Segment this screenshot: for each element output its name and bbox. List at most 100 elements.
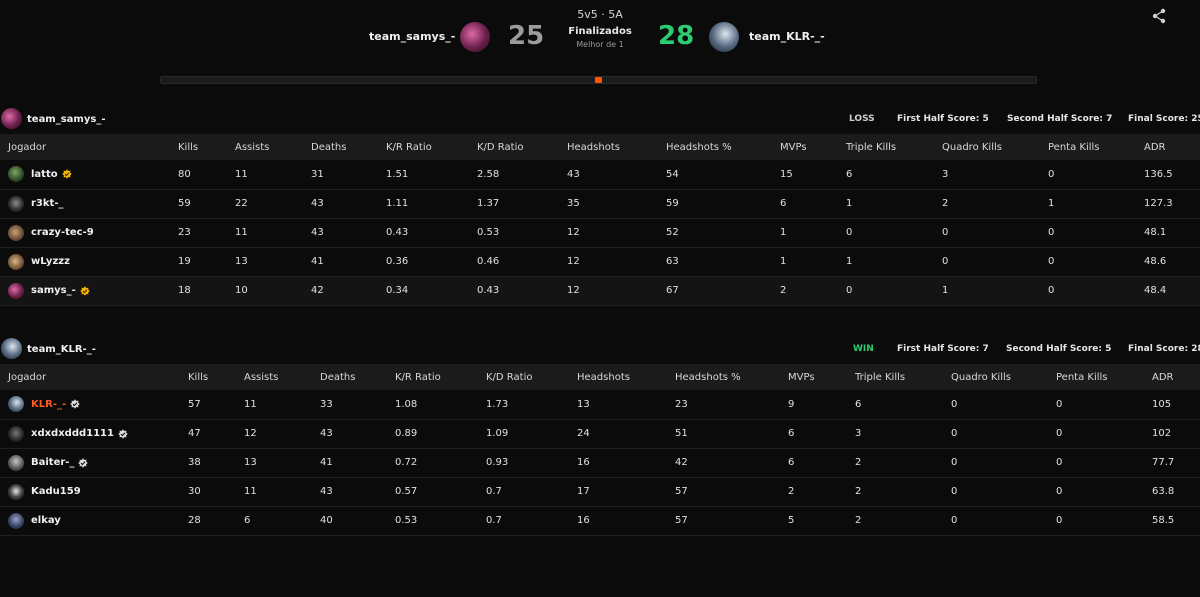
- stat-cell: 59: [178, 198, 191, 209]
- stat-cell: 0.7: [486, 515, 502, 526]
- player-row[interactable]: Baiter-_ 38 13 41 0.72 0.93 16 42 6 2 0 0 77.7: [0, 448, 1200, 477]
- player-avatar[interactable]: [8, 425, 24, 442]
- stat-cell: 40: [320, 515, 333, 526]
- stat-cell: 43: [567, 168, 580, 180]
- team-avatar[interactable]: [1, 108, 22, 129]
- stat-cell: 0: [1056, 398, 1063, 410]
- player-avatar[interactable]: [8, 253, 24, 270]
- player-name[interactable]: Baiter-_: [31, 457, 74, 468]
- stat-cell: 51: [675, 428, 688, 439]
- gold-star-badge-icon: [61, 169, 72, 179]
- left-team-avatar[interactable]: [460, 22, 490, 52]
- stat-cell: 16: [577, 515, 590, 526]
- stat-cell: 42: [675, 457, 688, 468]
- column-header: Deaths: [320, 371, 356, 383]
- player-row[interactable]: r3kt-_ 59 22 43 1.11 1.37 35 59 6 1 2 1 127.3: [0, 189, 1200, 218]
- team-result: WIN: [853, 344, 874, 354]
- column-header: Headshots %: [675, 371, 741, 383]
- player-name[interactable]: wLyzzz: [31, 256, 70, 267]
- stat-cell: 57: [675, 486, 688, 497]
- stat-cell: 102: [1152, 428, 1172, 439]
- stat-cell: 1: [846, 256, 853, 267]
- stat-cell: 2: [780, 285, 787, 296]
- progress-marker: [594, 77, 602, 83]
- player-row[interactable]: Kadu159 30 11 43 0.57 0.7 17 57 2 2 0 0 63.8: [0, 477, 1200, 506]
- player-avatar[interactable]: [8, 396, 24, 413]
- player-name[interactable]: KLR-_-: [31, 399, 66, 410]
- player-row[interactable]: crazy-tec-9 23 11 43 0.43 0.53 12 52 1 0 0 0 48.1: [0, 218, 1200, 247]
- share-icon[interactable]: [1151, 8, 1167, 24]
- stat-cell: 22: [235, 198, 248, 209]
- stat-cell: 0: [942, 227, 949, 238]
- stat-cell: 10: [235, 285, 248, 296]
- stat-cell: 0: [951, 428, 958, 439]
- player-cell: elkay: [0, 506, 188, 535]
- player-name[interactable]: samys_-: [31, 285, 76, 296]
- player-row[interactable]: wLyzzz 19 13 41 0.36 0.46 12 63 1 1 0 0 48.6: [0, 247, 1200, 276]
- player-row[interactable]: KLR-_- 57 11 33 1.08 1.73 13 23 9 6 0 0 105: [0, 390, 1200, 419]
- stat-cell: 0: [846, 285, 853, 296]
- stat-cell: 23: [178, 227, 191, 238]
- first-half-score: First Half Score: 5: [897, 114, 989, 124]
- player-row[interactable]: elkay 28 6 40 0.53 0.7 16 57 5 2 0 0 58.5: [0, 506, 1200, 535]
- stat-cell: 31: [311, 168, 324, 180]
- player-avatar[interactable]: [8, 224, 24, 241]
- stat-cell: 0: [951, 398, 958, 410]
- player-row[interactable]: latto 80 11 31 1.51 2.58 43 54 15 6 3 0 136.5: [0, 160, 1200, 189]
- column-header: MVPs: [780, 141, 807, 153]
- second-half-score: Second Half Score: 5: [1006, 344, 1112, 354]
- player-cell: samys_-: [0, 276, 178, 305]
- stat-cell: 57: [188, 398, 201, 410]
- stat-cell: 0: [846, 227, 853, 238]
- stat-cell: 13: [244, 457, 257, 468]
- final-score: Final Score: 28: [1128, 344, 1200, 354]
- column-header: MVPs: [788, 371, 815, 383]
- player-info: latto: [8, 166, 178, 183]
- player-cell: KLR-_-: [0, 390, 188, 419]
- team-name[interactable]: team_samys_-: [27, 114, 105, 125]
- stat-cell: 1.37: [477, 198, 500, 209]
- player-avatar[interactable]: [8, 166, 24, 183]
- stat-cell: 1: [846, 198, 853, 209]
- stat-cell: 48.6: [1144, 256, 1167, 267]
- left-team-name[interactable]: team_samys_-: [369, 30, 455, 43]
- player-cell: latto: [0, 160, 178, 189]
- stat-cell: 17: [577, 486, 590, 497]
- right-team-avatar[interactable]: [709, 22, 739, 52]
- player-avatar[interactable]: [8, 512, 24, 529]
- stat-cell: 0.43: [386, 227, 409, 238]
- column-header: ADR: [1152, 371, 1174, 383]
- player-name[interactable]: elkay: [31, 515, 61, 526]
- column-header: Penta Kills: [1048, 141, 1100, 153]
- column-header: Triple Kills: [846, 141, 897, 153]
- player-avatar[interactable]: [8, 195, 24, 212]
- stat-cell: 2: [942, 198, 949, 209]
- stat-cell: 0.53: [395, 515, 418, 526]
- stat-cell: 1.11: [386, 198, 409, 209]
- second-half-score: Second Half Score: 7: [1007, 114, 1113, 124]
- player-name[interactable]: crazy-tec-9: [31, 227, 94, 238]
- player-info: KLR-_-: [8, 396, 188, 413]
- right-team-name[interactable]: team_KLR-_-: [749, 30, 825, 43]
- player-row[interactable]: xdxdxddd1111 47 12 43 0.89 1.09 24 51 6 3 0 0 102: [0, 419, 1200, 448]
- player-avatar[interactable]: [8, 454, 24, 471]
- team-avatar[interactable]: [1, 338, 22, 359]
- player-name[interactable]: xdxdxddd1111: [31, 428, 114, 439]
- player-cell: Baiter-_: [0, 448, 188, 477]
- player-cell: crazy-tec-9: [0, 218, 178, 247]
- column-header: K/R Ratio: [386, 141, 432, 153]
- player-info: elkay: [8, 512, 188, 529]
- stat-cell: 15: [780, 168, 793, 180]
- column-header: Jogador: [8, 371, 47, 383]
- player-avatar[interactable]: [8, 282, 24, 299]
- player-name[interactable]: latto: [31, 169, 58, 180]
- stat-cell: 18: [178, 285, 191, 296]
- player-info: samys_-: [8, 282, 178, 299]
- player-name[interactable]: Kadu159: [31, 486, 81, 497]
- stat-cell: 47: [188, 428, 201, 439]
- player-avatar[interactable]: [8, 483, 24, 500]
- player-row[interactable]: samys_- 18 10 42 0.34 0.43 12 67 2 0 1 0 48.4: [0, 276, 1200, 305]
- team-name[interactable]: team_KLR-_-: [27, 344, 96, 355]
- player-name[interactable]: r3kt-_: [31, 198, 63, 209]
- stat-cell: 0.46: [477, 256, 500, 267]
